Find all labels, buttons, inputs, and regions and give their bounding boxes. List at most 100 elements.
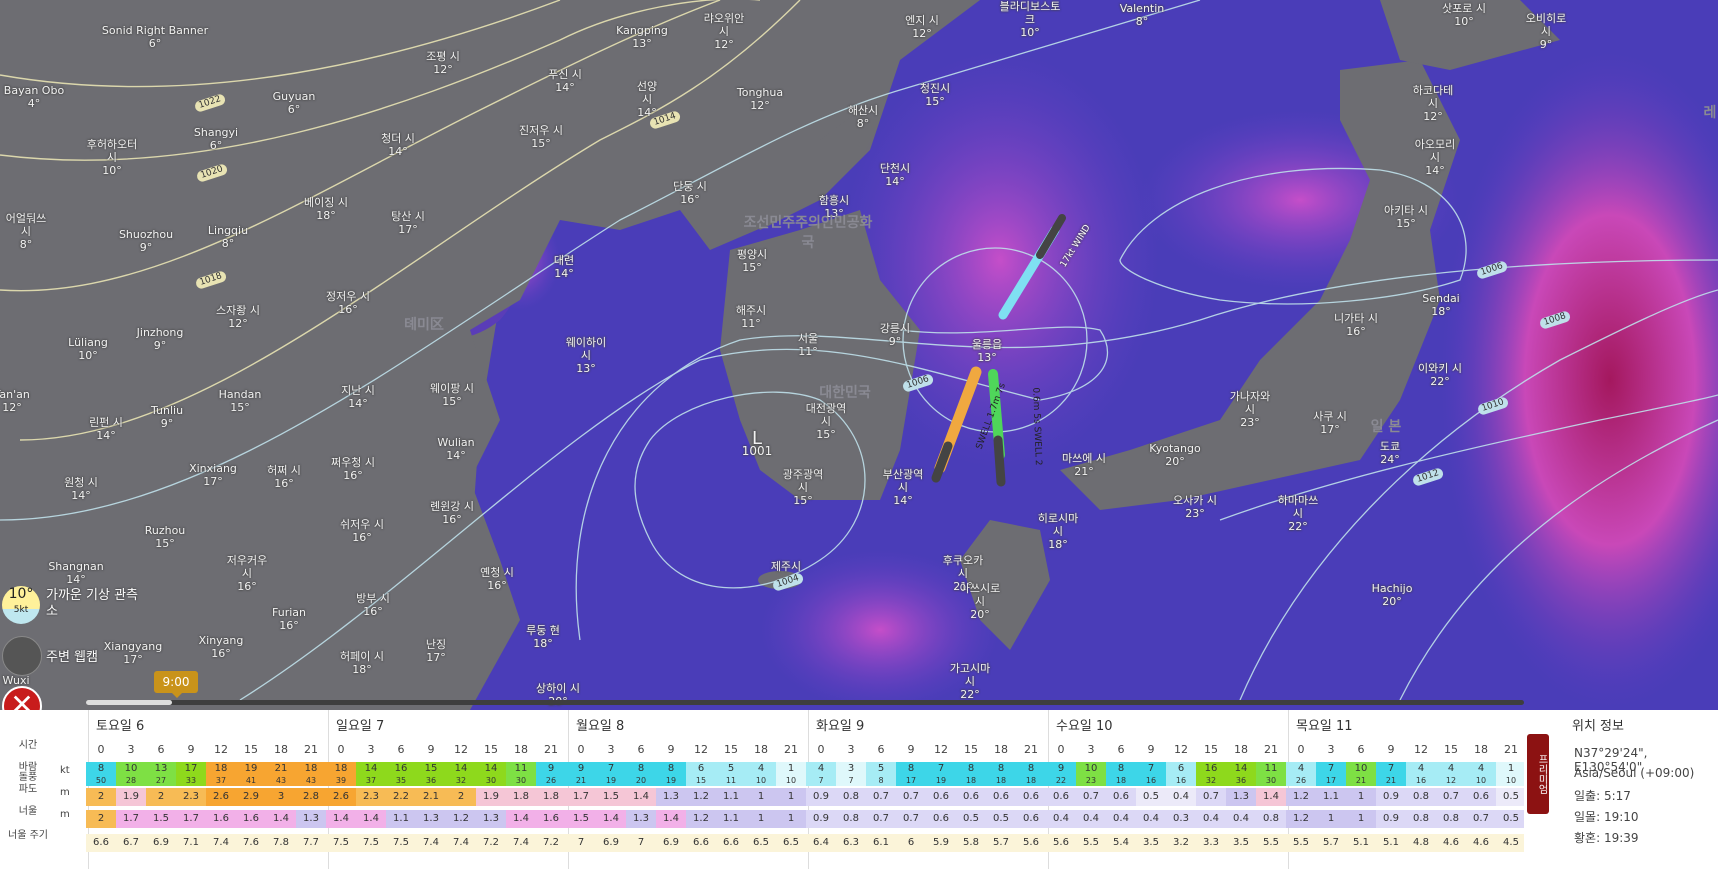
weather-map[interactable]: Sonid Right Banner 6° Kangping 13° 랴오위안 시 12°…	[0, 0, 1718, 710]
city-label[interactable]: 사쿠 시 17°	[1313, 410, 1347, 436]
city-label[interactable]: Xinxiang 17°	[189, 462, 237, 488]
city-label[interactable]: Sonid Right Banner 6°	[102, 24, 208, 50]
city-label[interactable]: Lingqiu 8°	[208, 224, 248, 250]
city-label[interactable]: Lüliang 10°	[68, 336, 108, 362]
day-header[interactable]: 토요일 6	[96, 715, 144, 734]
city-label[interactable]: 히로시마 시 18°	[1038, 512, 1078, 551]
city-name: 아키타 시	[1384, 204, 1428, 217]
city-label[interactable]: 롄윈강 시 16°	[430, 500, 474, 526]
nearby-station-button[interactable]: 10° 5kt	[2, 586, 40, 624]
city-label[interactable]: 아오모리 시 14°	[1415, 138, 1455, 177]
city-label[interactable]: 하코다테 시 12°	[1413, 84, 1453, 123]
city-label[interactable]: 도쿄 24°	[1380, 440, 1400, 466]
city-label[interactable]: 웨이팡 시 15°	[430, 382, 474, 408]
webcam-icon[interactable]	[2, 636, 42, 676]
city-label[interactable]: 진저우 시 15°	[519, 124, 563, 150]
webcam-label[interactable]: 주변 웹캠	[46, 646, 98, 665]
city-label[interactable]: Kangping 13°	[616, 24, 668, 50]
city-label[interactable]: Wulian 14°	[437, 436, 474, 462]
city-label[interactable]: 지난 시 14°	[341, 384, 375, 410]
city-label[interactable]: 저우커우 시 16°	[227, 554, 267, 593]
city-label[interactable]: Bayan Obo 4°	[4, 84, 64, 110]
city-label[interactable]: 스자좡 시 12°	[216, 304, 260, 330]
city-label[interactable]: 대전광역 시 15°	[806, 402, 846, 441]
city-label[interactable]: 아쓰시로 시 20°	[960, 582, 1000, 621]
city-label[interactable]: 단천시 14°	[880, 162, 910, 188]
city-label[interactable]: 서울 11°	[798, 332, 818, 358]
city-label[interactable]: Shangnan 14°	[48, 560, 103, 586]
city-label[interactable]: 방부 시 16°	[356, 592, 390, 618]
city-label[interactable]: 부산광역 시 14°	[883, 468, 923, 507]
city-label[interactable]: Hachijo 20°	[1372, 582, 1413, 608]
city-label[interactable]: Handan 15°	[219, 388, 262, 414]
city-label[interactable]: 정저우 시 16°	[326, 290, 370, 316]
city-label[interactable]: 조평 시 12°	[426, 50, 460, 76]
city-label[interactable]: 삿포로 시 10°	[1442, 2, 1486, 28]
city-label[interactable]: Furian 16°	[272, 606, 306, 632]
city-label[interactable]: Shangyi 6°	[194, 126, 238, 152]
city-label[interactable]: 어얼둬쓰 시 8°	[6, 212, 46, 251]
city-label[interactable]: 강릉시 9°	[880, 322, 910, 348]
day-header[interactable]: 수요일 10	[1056, 715, 1113, 734]
city-label[interactable]: 후허하오터 시 10°	[87, 138, 138, 177]
city-label[interactable]: 니가타 시 16°	[1334, 312, 1378, 338]
city-label[interactable]: Ruzhou 15°	[145, 524, 186, 550]
city-label[interactable]: Shuozhou 9°	[119, 228, 173, 254]
city-label[interactable]: 옌청 시 16°	[480, 566, 514, 592]
city-label[interactable]: 탕산 시 17°	[391, 210, 425, 236]
city-label[interactable]: 랴오위안 시 12°	[704, 12, 744, 51]
city-label[interactable]: Wuxi	[2, 674, 29, 687]
city-label[interactable]: 제주시	[771, 560, 801, 573]
nearby-station-label[interactable]: 가까운 기상 관측 소	[46, 588, 138, 620]
city-label[interactable]: Guyuan 6°	[273, 90, 316, 116]
city-label[interactable]: 블라디보스토 크 10°	[1000, 0, 1061, 39]
city-label[interactable]: Jinzhong 9°	[137, 326, 184, 352]
day-header[interactable]: 화요일 9	[816, 715, 864, 734]
city-label[interactable]: Xiangyang 17°	[104, 640, 163, 666]
city-label[interactable]: 해산시 8°	[848, 104, 878, 130]
city-label[interactable]: Yan'an12°	[0, 388, 30, 414]
city-label[interactable]: 쩌우청 시 16°	[331, 456, 375, 482]
city-label[interactable]: 허페이 시 18°	[340, 650, 384, 676]
premium-button[interactable]: 프리미엄	[1527, 734, 1549, 814]
city-label[interactable]: 광주광역 시 15°	[783, 468, 823, 507]
city-label[interactable]: 쉬저우 시 16°	[340, 518, 384, 544]
current-time-badge[interactable]: 9:00	[154, 671, 198, 698]
city-label[interactable]: 가고시마 시 22°	[950, 662, 990, 701]
city-label[interactable]: 허쩌 시 16°	[267, 464, 301, 490]
city-label[interactable]: 해주시 11°	[736, 304, 766, 330]
city-label[interactable]: 원청 시 14°	[64, 476, 98, 502]
swell2-marker-label[interactable]: 0.6m 5s SWELL 2	[1028, 387, 1044, 466]
city-label[interactable]: 푸신 시 14°	[548, 68, 582, 94]
swell-cell: 0.7	[896, 810, 926, 828]
city-label[interactable]: 아키타 시 15°	[1384, 204, 1428, 230]
city-label[interactable]: 베이징 시 18°	[304, 196, 348, 222]
city-label[interactable]: Tonghua 12°	[737, 86, 783, 112]
city-label[interactable]: 오비히로 시 9°	[1526, 12, 1566, 51]
city-label[interactable]: 대련 14°	[554, 254, 574, 280]
city-label[interactable]: 울릉읍 13°	[972, 338, 1002, 364]
city-label[interactable]: 오사카 시 23°	[1173, 494, 1217, 520]
city-label[interactable]: 엔지 시 12°	[905, 14, 939, 40]
city-label[interactable]: 하마마쓰 시 22°	[1278, 494, 1318, 533]
day-header[interactable]: 월요일 8	[576, 715, 624, 734]
city-label[interactable]: Sendai 18°	[1422, 292, 1460, 318]
timeline-slider[interactable]	[86, 700, 1524, 705]
city-label[interactable]: Tunliu 9°	[151, 404, 183, 430]
city-label[interactable]: 난징 17°	[426, 638, 446, 664]
city-label[interactable]: Kyotango 20°	[1149, 442, 1200, 468]
city-label[interactable]: 청더 시 14°	[381, 132, 415, 158]
city-label[interactable]: Xinyang 16°	[199, 634, 244, 660]
city-label[interactable]: 마쓰에 시 21°	[1062, 452, 1106, 478]
day-header[interactable]: 목요일 11	[1296, 715, 1353, 734]
day-header[interactable]: 일요일 7	[336, 715, 384, 734]
city-label[interactable]: 루둥 현 18°	[526, 624, 560, 650]
city-label[interactable]: 린펀 시 14°	[89, 416, 123, 442]
city-label[interactable]: 청진시 15°	[920, 82, 950, 108]
city-label[interactable]: 선양 시 14°	[637, 80, 657, 119]
city-label[interactable]: Valentin 8°	[1120, 2, 1165, 28]
city-label[interactable]: 웨이하이 시 13°	[566, 336, 606, 375]
city-label[interactable]: 이와키 시 22°	[1418, 362, 1462, 388]
city-label[interactable]: 가나자와 시 23°	[1230, 390, 1270, 429]
city-label[interactable]: 단둥 시 16°	[673, 180, 707, 206]
